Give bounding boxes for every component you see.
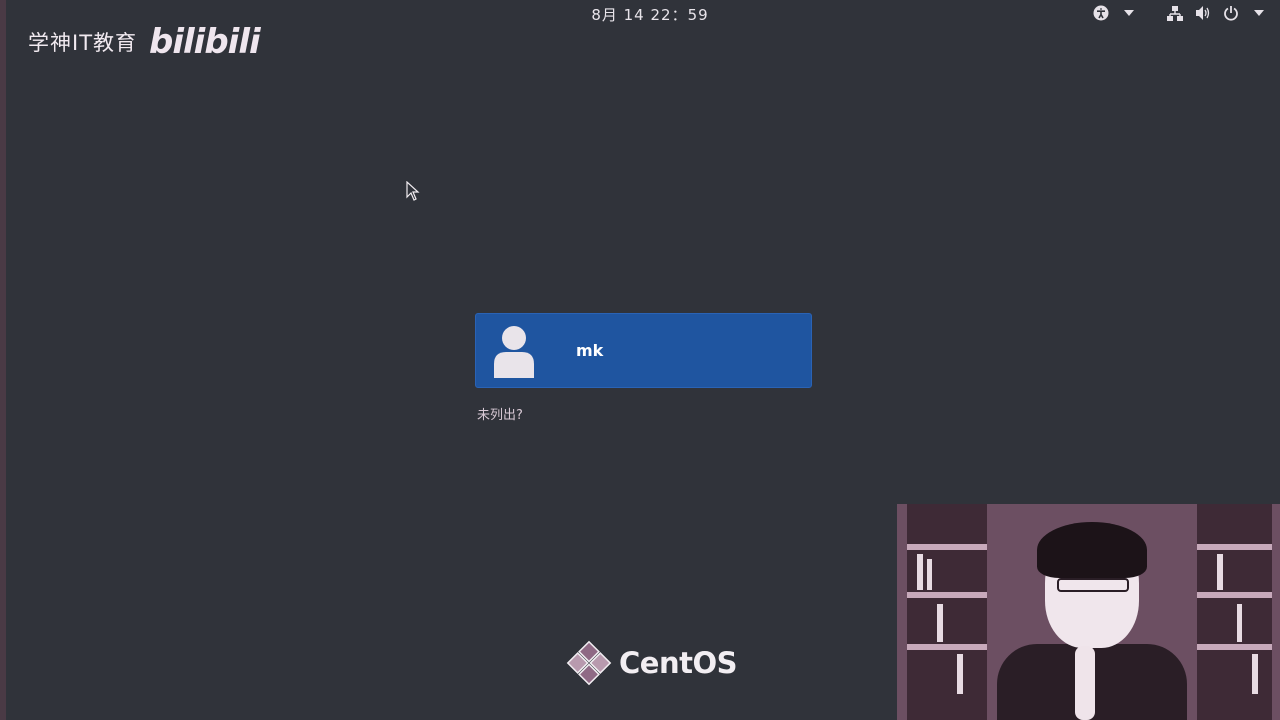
centos-wordmark: CentOS	[619, 646, 738, 680]
centos-logo-icon	[566, 640, 612, 686]
login-screen: 8月 14 22：59 学神IT教育 bilibili mk 未列出? Cent…	[0, 0, 1280, 720]
bilibili-logo: bilibili	[149, 22, 261, 62]
volume-icon[interactable]	[1194, 4, 1212, 22]
presenter-hair	[1037, 522, 1147, 578]
mouse-pointer-icon	[406, 181, 420, 201]
bookshelf	[907, 504, 987, 720]
presenter-glasses	[1057, 578, 1129, 592]
left-edge-strip	[0, 0, 6, 720]
watermark-brand: 学神IT教育	[28, 31, 138, 55]
video-watermark: 学神IT教育 bilibili	[28, 22, 261, 62]
system-tray[interactable]	[1092, 2, 1268, 24]
centos-logo: CentOS	[565, 639, 738, 687]
user-name: mk	[576, 341, 604, 360]
chevron-down-icon[interactable]	[1250, 4, 1268, 22]
microphone	[1075, 646, 1095, 720]
accessibility-icon[interactable]	[1092, 4, 1110, 22]
user-avatar-icon	[494, 325, 534, 378]
bookshelf	[1197, 504, 1272, 720]
power-icon[interactable]	[1222, 4, 1240, 22]
not-listed-link[interactable]: 未列出?	[477, 404, 523, 423]
chevron-down-icon[interactable]	[1120, 4, 1138, 22]
network-icon[interactable]	[1166, 4, 1184, 22]
webcam-overlay	[897, 504, 1280, 720]
user-list-item[interactable]: mk	[475, 313, 812, 388]
